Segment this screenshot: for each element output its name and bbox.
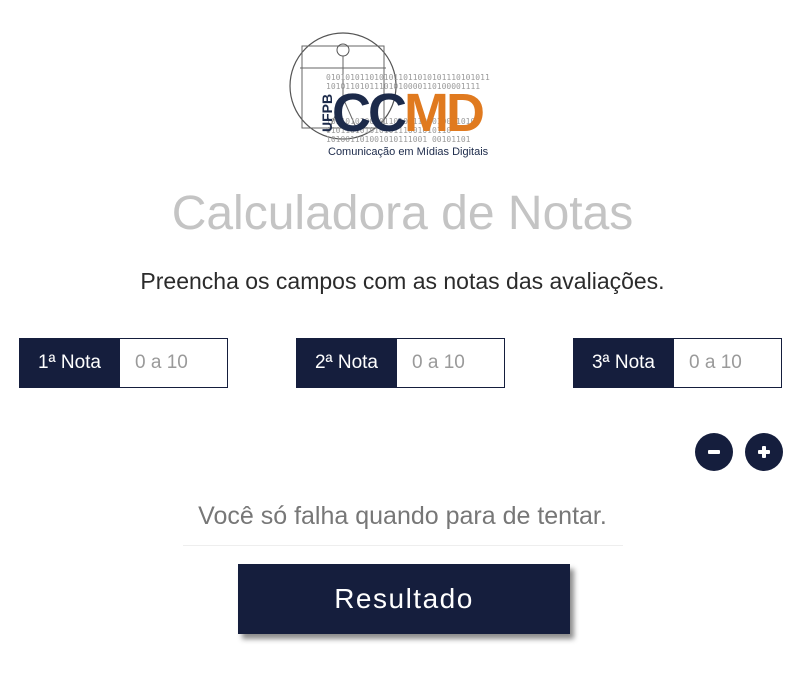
ccmd-logo-graphic: 0101010110101011011010101110101011 10101… [289, 32, 490, 158]
binary-line: 0101010110101011011010101110101011 [326, 73, 490, 82]
remove-grade-button[interactable] [695, 433, 733, 471]
page-title: Calculadora de Notas [171, 187, 634, 240]
ccmd-text: CCMD [332, 83, 483, 143]
grade-1-group: 1ª Nota [19, 338, 228, 388]
divider [183, 545, 623, 546]
grade-2-group: 2ª Nota [296, 338, 505, 388]
plus-icon [758, 446, 770, 458]
grade-3-input[interactable] [674, 338, 782, 388]
grade-1-label: 1ª Nota [19, 338, 120, 388]
result-button[interactable]: Resultado [238, 564, 570, 634]
grade-2-input[interactable] [397, 338, 505, 388]
logo-tagline: Comunicação em Mídias Digitais [328, 146, 489, 158]
add-grade-button[interactable] [745, 433, 783, 471]
grade-3-group: 3ª Nota [573, 338, 782, 388]
instructions-text: Preencha os campos com as notas das aval… [140, 268, 665, 294]
grade-1-input[interactable] [120, 338, 228, 388]
minus-icon [708, 450, 720, 454]
page: 0101010110101011011010101110101011 10101… [0, 0, 805, 683]
ccmd-logo: 0101010110101011011010101110101011 10101… [288, 28, 524, 160]
grade-2-label: 2ª Nota [296, 338, 397, 388]
grade-3-label: 3ª Nota [573, 338, 674, 388]
motivational-quote: Você só falha quando para de tentar. [198, 502, 607, 530]
